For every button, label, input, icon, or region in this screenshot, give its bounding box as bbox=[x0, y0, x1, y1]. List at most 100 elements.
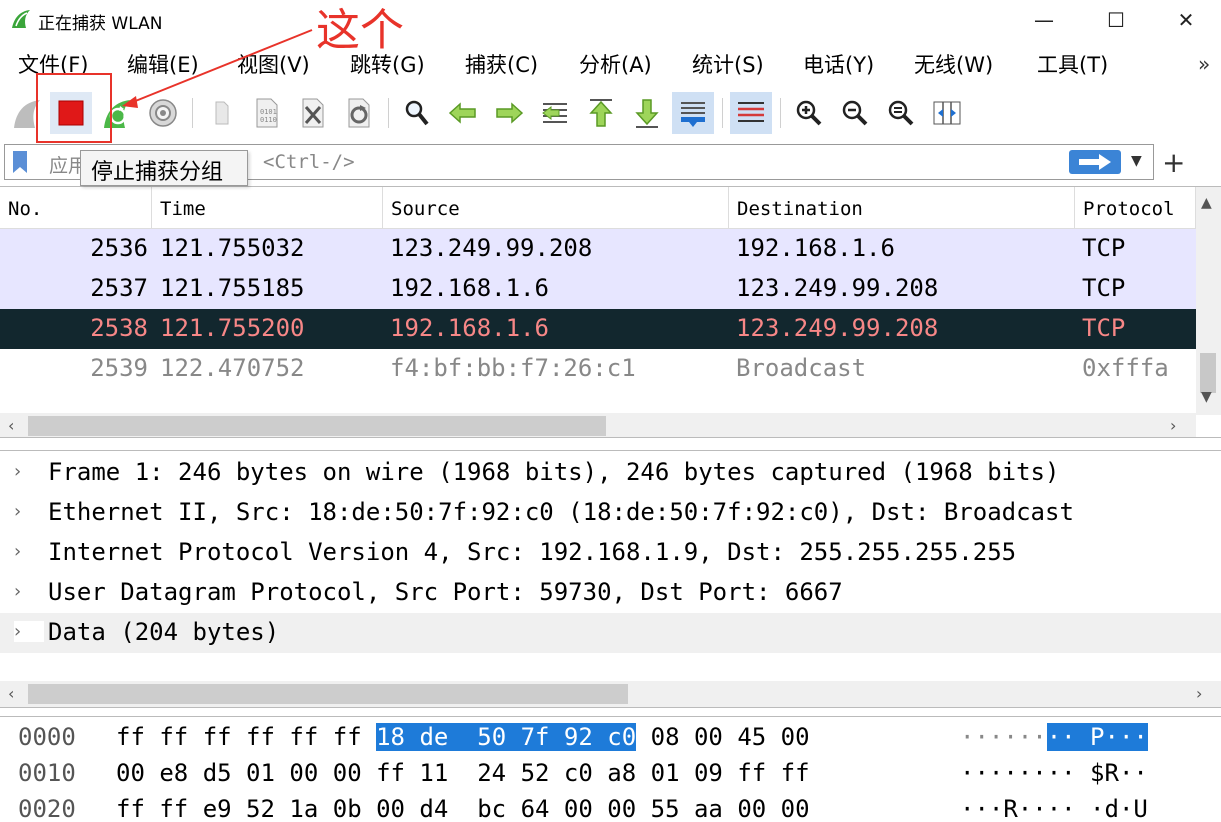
packet-destination: 123.249.99.208 bbox=[736, 314, 939, 342]
byte-offset: 0010 bbox=[18, 759, 76, 787]
menu-view[interactable]: 视图(V) bbox=[237, 49, 310, 79]
menu-telephony[interactable]: 电话(Y) bbox=[803, 49, 874, 79]
zoom-reset-icon bbox=[888, 100, 914, 126]
minimize-button[interactable]: — bbox=[1008, 0, 1080, 40]
scrollbar-thumb[interactable] bbox=[28, 684, 628, 704]
packet-row-selected[interactable]: 2538 121.755200 192.168.1.6 123.249.99.2… bbox=[0, 309, 1196, 349]
column-header-no[interactable]: No. bbox=[0, 187, 152, 229]
byte-offset: 0020 bbox=[18, 795, 76, 822]
packet-time: 121.755185 bbox=[160, 274, 305, 302]
column-header-source[interactable]: Source bbox=[383, 187, 729, 229]
go-forward-button[interactable] bbox=[488, 92, 530, 134]
find-packet-button[interactable] bbox=[396, 92, 438, 134]
column-header-time[interactable]: Time bbox=[152, 187, 383, 229]
toolbar-separator bbox=[780, 98, 781, 128]
scroll-left-icon[interactable]: ‹ bbox=[8, 416, 14, 435]
go-back-button[interactable] bbox=[442, 92, 484, 134]
hex-bytes[interactable]: 00 e8 d5 01 00 00 ff 11 24 52 c0 a8 01 0… bbox=[116, 759, 810, 787]
tooltip: 停止捕获分组 bbox=[80, 150, 248, 186]
colorize-icon bbox=[738, 102, 764, 122]
colorize-button[interactable] bbox=[730, 92, 772, 134]
detail-row-ethernet[interactable]: › Ethernet II, Src: 18:de:50:7f:92:c0 (1… bbox=[0, 493, 1221, 533]
resize-columns-button[interactable] bbox=[926, 92, 968, 134]
arrow-left-icon bbox=[448, 102, 476, 124]
hex-bytes[interactable]: ff ff ff ff ff ff 18 de 50 7f 92 c0 08 0… bbox=[116, 723, 810, 751]
close-button[interactable]: ✕ bbox=[1150, 0, 1221, 40]
menu-bar: 文件(F) 编辑(E) 视图(V) 跳转(G) 捕获(C) 分析(A) 统计(S… bbox=[0, 44, 1221, 84]
scrollbar-thumb[interactable] bbox=[1200, 353, 1216, 393]
maximize-button[interactable]: ☐ bbox=[1080, 0, 1152, 40]
bookmark-icon[interactable] bbox=[12, 150, 28, 174]
title-bar: 正在捕获 WLAN — ☐ ✕ bbox=[0, 0, 1221, 40]
packet-no: 2538 bbox=[90, 314, 148, 342]
scroll-left-icon[interactable]: ‹ bbox=[8, 684, 14, 703]
zoom-in-button[interactable] bbox=[788, 92, 830, 134]
close-file-button[interactable] bbox=[292, 92, 334, 134]
open-file-button[interactable] bbox=[200, 92, 242, 134]
add-filter-button[interactable]: + bbox=[1162, 146, 1185, 179]
chevron-right-icon[interactable]: › bbox=[14, 541, 21, 562]
zoom-out-icon bbox=[842, 100, 868, 126]
ascii-bytes[interactable]: ········ $R·· bbox=[960, 759, 1148, 787]
menu-wireless[interactable]: 无线(W) bbox=[914, 49, 993, 79]
capture-options-button[interactable] bbox=[142, 92, 184, 134]
menu-statistics[interactable]: 统计(S) bbox=[692, 49, 764, 79]
packet-source: 192.168.1.6 bbox=[390, 314, 549, 342]
packet-row[interactable]: 2537 121.755185 192.168.1.6 123.249.99.2… bbox=[0, 269, 1196, 309]
detail-row-frame[interactable]: › Frame 1: 246 bytes on wire (1968 bits)… bbox=[0, 453, 1221, 493]
chevron-down-icon[interactable]: ▼ bbox=[1131, 153, 1142, 169]
packet-row[interactable]: 2536 121.755032 123.249.99.208 192.168.1… bbox=[0, 229, 1196, 269]
start-capture-fin-icon[interactable] bbox=[6, 92, 48, 134]
autoscroll-icon bbox=[681, 102, 705, 127]
menu-analyze[interactable]: 分析(A) bbox=[579, 49, 652, 79]
normal-size-button[interactable] bbox=[880, 92, 922, 134]
hex-bytes-plain: ff ff ff ff ff ff bbox=[116, 723, 377, 751]
restart-icon bbox=[104, 100, 130, 128]
chevron-right-icon[interactable]: › bbox=[14, 621, 44, 642]
column-header-protocol[interactable]: Protocol bbox=[1075, 187, 1196, 229]
stop-capture-button[interactable] bbox=[50, 92, 92, 134]
hex-bytes-selected: 18 de 50 7f 92 c0 bbox=[376, 723, 637, 751]
autoscroll-button[interactable] bbox=[672, 92, 714, 134]
last-packet-button[interactable] bbox=[626, 92, 668, 134]
menu-edit[interactable]: 编辑(E) bbox=[127, 49, 199, 79]
first-packet-button[interactable] bbox=[580, 92, 622, 134]
packet-list-horizontal-scrollbar[interactable]: ‹ › bbox=[0, 413, 1196, 437]
packet-row[interactable]: 2539 122.470752 f4:bf:bb:f7:26:c1 Broadc… bbox=[0, 349, 1196, 389]
chevron-right-icon[interactable]: › bbox=[14, 581, 21, 602]
arrow-right-icon bbox=[1079, 154, 1111, 170]
packet-bytes-pane: 0000 ff ff ff ff ff ff 18 de 50 7f 92 c0… bbox=[0, 716, 1221, 822]
go-to-packet-button[interactable] bbox=[534, 92, 576, 134]
chevron-right-icon[interactable]: › bbox=[14, 501, 21, 522]
ascii-bytes[interactable]: ···R···· ·d·U bbox=[960, 795, 1148, 822]
bytes-row: 0010 00 e8 d5 01 00 00 ff 11 24 52 c0 a8… bbox=[0, 755, 1221, 791]
detail-row-ip[interactable]: › Internet Protocol Version 4, Src: 192.… bbox=[0, 533, 1221, 573]
restart-capture-button[interactable] bbox=[96, 92, 138, 134]
filter-shortcut-hint: <Ctrl-/> bbox=[263, 151, 355, 173]
column-header-destination[interactable]: Destination bbox=[729, 187, 1075, 229]
scroll-right-icon[interactable]: › bbox=[1170, 416, 1176, 435]
detail-row-data[interactable]: › Data (204 bytes) bbox=[0, 613, 1221, 653]
chevron-right-icon[interactable]: › bbox=[14, 461, 21, 482]
save-file-button[interactable]: 0101 0110 bbox=[246, 92, 288, 134]
scrollbar-thumb[interactable] bbox=[28, 416, 606, 436]
packet-list-header: No. Time Source Destination Protocol bbox=[0, 187, 1196, 229]
apply-filter-button[interactable] bbox=[1069, 150, 1121, 174]
zoom-out-button[interactable] bbox=[834, 92, 876, 134]
menu-capture[interactable]: 捕获(C) bbox=[465, 49, 538, 79]
hex-bytes[interactable]: ff ff e9 52 1a 0b 00 d4 bc 64 00 00 55 a… bbox=[116, 795, 810, 822]
packet-list-vertical-scrollbar[interactable]: ▲ ▼ bbox=[1196, 187, 1221, 415]
main-toolbar: 0101 0110 bbox=[0, 86, 1221, 140]
packet-no: 2536 bbox=[90, 234, 148, 262]
detail-row-udp[interactable]: › User Datagram Protocol, Src Port: 5973… bbox=[0, 573, 1221, 613]
scroll-down-icon[interactable]: ▼ bbox=[1201, 389, 1212, 405]
menu-file[interactable]: 文件(F) bbox=[18, 49, 88, 79]
details-horizontal-scrollbar[interactable]: ‹ › bbox=[0, 681, 1221, 707]
menu-overflow-icon[interactable]: » bbox=[1198, 52, 1210, 76]
menu-tools[interactable]: 工具(T) bbox=[1037, 49, 1108, 79]
scroll-right-icon[interactable]: › bbox=[1196, 684, 1202, 703]
reload-file-button[interactable] bbox=[338, 92, 380, 134]
ascii-bytes[interactable]: ········ P··· bbox=[960, 723, 1148, 751]
scroll-up-icon[interactable]: ▲ bbox=[1201, 195, 1212, 211]
arrow-right-icon bbox=[496, 102, 524, 124]
